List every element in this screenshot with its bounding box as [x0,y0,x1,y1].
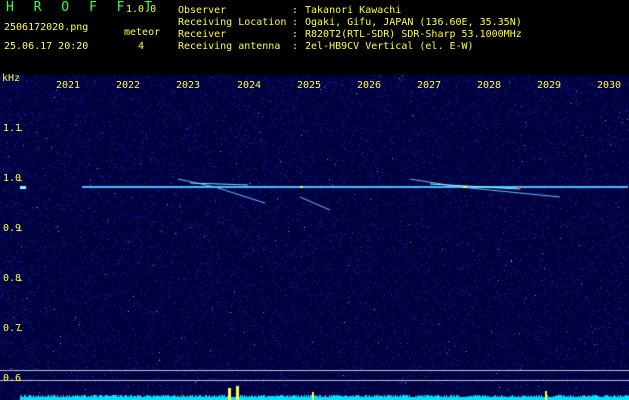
x-tick-label: 2028 [476,80,502,91]
x-tick-label: 2022 [115,80,141,91]
y-tick-label: 0.9 [3,223,22,234]
meteor-label: meteor [124,27,161,38]
x-tick-label: 2021 [55,80,81,91]
x-tick-label: 2023 [175,80,201,91]
x-tick-label: 2024 [236,80,262,91]
x-tick-label: 2029 [536,80,562,91]
x-tick-label: 2025 [296,80,322,91]
receiver-value: R820T2(RTL-SDR) SDR-Sharp 53.1000MHz [305,29,522,40]
location-value: Ogaki, Gifu, JAPAN (136.60E, 35.35N) [305,17,522,28]
spectrogram [0,75,629,400]
y-tick-label: 0.6 [3,373,22,384]
y-tick-label: 0.8 [3,273,22,284]
y-tick-label: 1.0 [3,173,22,184]
date-time: 25.06.17 20:20 [4,41,89,52]
antenna-separator: : [292,41,299,52]
receiver-label: Receiver [178,29,227,40]
observer-value: Takanori Kawachi [305,5,402,16]
y-tick-label: 1.1 [3,123,22,134]
observer-separator: : [292,5,299,16]
receiver-separator: : [292,29,299,40]
x-tick-label: 2026 [356,80,382,91]
y-tick-label: 0.7 [3,323,22,334]
app-version: 1.0.0 [126,4,157,15]
observer-label: Observer [178,5,227,16]
meteor-count: 4 [138,41,145,52]
antenna-value: 2el-HB9CV Vertical (el. E-W) [305,41,474,52]
location-separator: : [292,17,299,28]
y-axis-unit: kHz [2,73,21,84]
header-panel: H R O F F T 1.0.0 2506172020.png 25.06.1… [0,0,629,75]
antenna-label: Receiving antenna [178,41,281,52]
file-name: 2506172020.png [4,22,89,33]
location-label: Receiving Location [178,17,287,28]
x-tick-label: 2030 [596,80,622,91]
x-tick-label: 2027 [416,80,442,91]
